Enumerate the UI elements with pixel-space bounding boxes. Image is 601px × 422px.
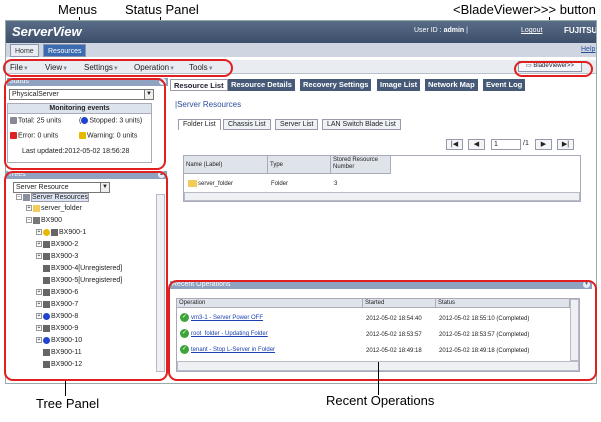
user-id: admin: [443, 27, 465, 34]
callout-bladeviewer-button: <BladeViewer>>> button: [453, 2, 596, 17]
user-label: User ID :: [414, 27, 444, 34]
table-row-name[interactable]: server_folder: [188, 180, 233, 188]
leader-tree: [65, 381, 66, 396]
top-tab-bar: Home Resources Help: [6, 43, 596, 57]
highlight-menus: [3, 59, 233, 77]
tab-network-map[interactable]: Network Map: [425, 79, 479, 91]
tab-resource-list[interactable]: Resource List: [170, 79, 228, 91]
subtab-server-list[interactable]: Server List: [275, 119, 319, 130]
callout-recent-operations: Recent Operations: [326, 393, 435, 408]
tab-image-list[interactable]: Image List: [377, 79, 422, 91]
title-bar: ServerView User ID : admin | Logout FUJI…: [6, 21, 596, 43]
callout-menus: Menus: [58, 2, 98, 17]
subtab-lan-switch-blade-list[interactable]: LAN Switch Blade List: [322, 119, 401, 130]
highlight-recent-operations: [168, 280, 597, 381]
subtab-folder-list[interactable]: Folder List: [178, 119, 221, 130]
last-page-button[interactable]: ▶|: [557, 139, 574, 150]
tab-recovery-settings[interactable]: Recovery Settings: [300, 79, 373, 91]
next-page-button[interactable]: ▶: [535, 139, 552, 150]
highlight-status-panel: [4, 78, 166, 170]
app-logo: ServerView: [12, 24, 82, 39]
table-hscroll[interactable]: [184, 192, 580, 201]
subtab-chassis-list[interactable]: Chassis List: [223, 119, 271, 130]
column-header-count[interactable]: Stored Resource Number: [331, 156, 391, 174]
folder-icon: [188, 180, 197, 187]
user-separator: |: [466, 27, 468, 34]
column-header-type[interactable]: Type: [268, 156, 331, 174]
tab-resource-details[interactable]: Resource Details: [228, 79, 296, 91]
column-header-name[interactable]: Name (Label): [184, 156, 268, 174]
page-number-input[interactable]: 1: [491, 139, 521, 150]
logout-link[interactable]: Logout: [521, 27, 542, 34]
tab-resources[interactable]: Resources: [43, 44, 87, 57]
callout-status-panel: Status Panel: [125, 2, 199, 17]
table-row-type: Folder: [271, 181, 289, 187]
highlight-tree-panel: [4, 171, 168, 381]
leader-recent: [378, 362, 379, 395]
highlight-bladeviewer: [514, 61, 593, 77]
tab-home[interactable]: Home: [10, 44, 39, 57]
help-link[interactable]: Help: [581, 46, 595, 53]
callout-tree-panel: Tree Panel: [36, 396, 100, 411]
user-info: User ID : admin |: [414, 27, 468, 34]
prev-page-button[interactable]: ◀: [468, 139, 485, 150]
page-total: /1: [523, 140, 529, 147]
folder-list-table: Name (Label) Type Stored Resource Number…: [183, 155, 581, 202]
table-row-count: 3: [334, 181, 338, 187]
first-page-button[interactable]: |◀: [446, 139, 463, 150]
brand-logo: FUJITSU: [564, 26, 597, 35]
tab-event-log[interactable]: Event Log: [483, 79, 527, 91]
breadcrumb: |Server Resources: [175, 100, 242, 109]
